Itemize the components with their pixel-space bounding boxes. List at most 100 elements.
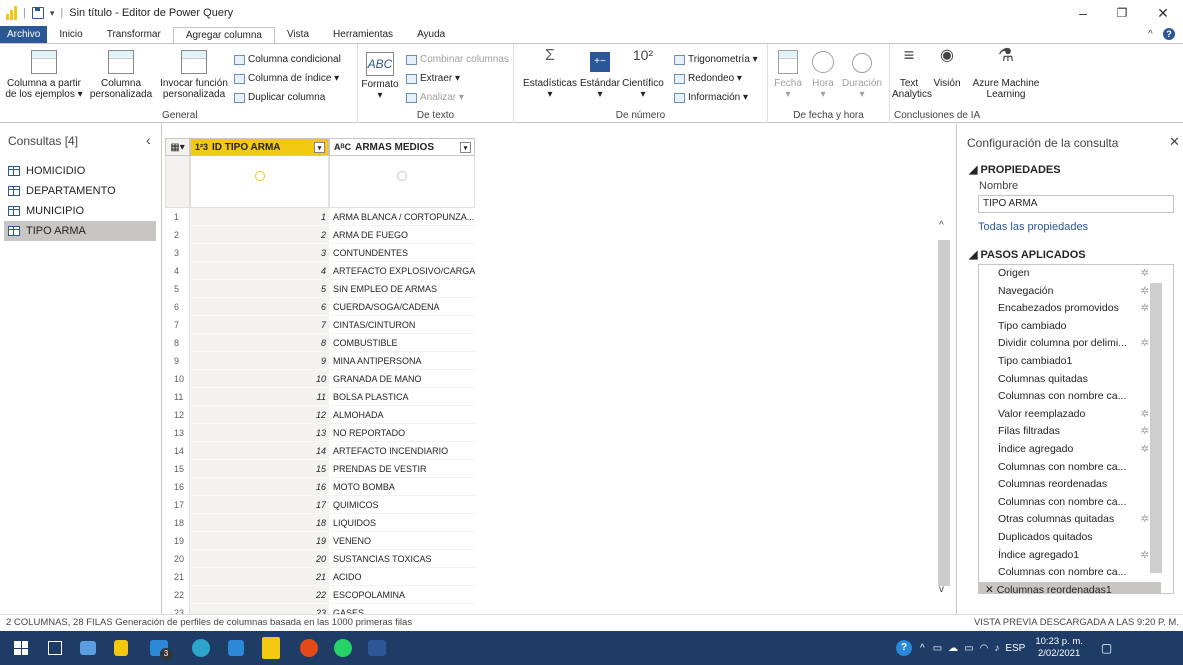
cell-armas-medios[interactable]: SUSTANCIAS TOXICAS	[329, 550, 475, 568]
mail-icon[interactable]: 3	[150, 640, 172, 660]
cell-armas-medios[interactable]: ALMOHADA	[329, 406, 475, 424]
table-row[interactable]: 4 4 ARTEFACTO EXPLOSIVO/CARGA...	[165, 262, 475, 280]
table-row[interactable]: 19 19 VENENO	[165, 532, 475, 550]
applied-step[interactable]: Columnas con nombre ca...	[979, 494, 1161, 512]
cell-armas-medios[interactable]: MINA ANTIPERSONA	[329, 352, 475, 370]
cell-armas-medios[interactable]: VENENO	[329, 532, 475, 550]
table-row[interactable]: 12 12 ALMOHADA	[165, 406, 475, 424]
cell-id-tipo-arma[interactable]: 22	[190, 586, 329, 604]
applied-step[interactable]: Origen ✲	[979, 265, 1161, 283]
quick-access-dropdown-icon[interactable]: ▾	[50, 8, 55, 19]
table-row[interactable]: 21 21 ACIDO	[165, 568, 475, 586]
cell-armas-medios[interactable]: CUERDA/SOGA/CADENA	[329, 298, 475, 316]
applied-step[interactable]: Encabezados promovidos ✲	[979, 300, 1161, 318]
applied-step-selected[interactable]: ✕ Columnas reordenadas1	[979, 581, 1161, 593]
cell-armas-medios[interactable]: COMBUSTIBLE	[329, 334, 475, 352]
table-row[interactable]: 14 14 ARTEFACTO INCENDIARIO	[165, 442, 475, 460]
table-row[interactable]: 13 13 NO REPORTADO	[165, 424, 475, 442]
help-icon[interactable]: ?	[1163, 28, 1175, 40]
cell-armas-medios[interactable]: GRANADA DE MANO	[329, 370, 475, 388]
duplicate-column-button[interactable]: Duplicar columna	[234, 92, 325, 103]
applied-step[interactable]: Columnas quitadas	[979, 371, 1161, 389]
query-item-municipio[interactable]: MUNICIPIO	[8, 201, 160, 221]
cell-id-tipo-arma[interactable]: 19	[190, 532, 329, 550]
clock[interactable]: 10:23 p. m. 2/02/2021	[1035, 636, 1083, 660]
collapse-queries-icon[interactable]: ‹	[146, 132, 151, 148]
cloud-icon[interactable]: ☁	[948, 643, 958, 654]
applied-step[interactable]: Duplicados quitados	[979, 529, 1161, 547]
collapse-ribbon-icon[interactable]: ^	[1148, 29, 1153, 40]
text-analytics-button[interactable]: ≡ Text Analytics	[892, 46, 932, 100]
all-properties-link[interactable]: Todas las propiedades	[978, 221, 1088, 233]
cell-armas-medios[interactable]: LIQUIDOS	[329, 514, 475, 532]
table-row[interactable]: 20 20 SUSTANCIAS TOXICAS	[165, 550, 475, 568]
cell-armas-medios[interactable]: ARTEFACTO EXPLOSIVO/CARGA...	[329, 262, 475, 280]
gear-icon[interactable]: ✲	[1141, 300, 1149, 318]
table-row[interactable]: 8 8 COMBUSTIBLE	[165, 334, 475, 352]
gear-icon[interactable]: ✲	[1141, 441, 1149, 459]
column-from-examples-button[interactable]: Columna a partir de los ejemplos ▾	[4, 50, 84, 100]
applied-step[interactable]: Navegación ✲	[979, 283, 1161, 301]
cell-id-tipo-arma[interactable]: 1	[190, 208, 329, 226]
restore-button[interactable]: ❐	[1099, 0, 1145, 26]
language-indicator[interactable]: ESP	[1005, 643, 1025, 654]
cell-id-tipo-arma[interactable]: 17	[190, 496, 329, 514]
cell-armas-medios[interactable]: SIN EMPLEO DE ARMAS	[329, 280, 475, 298]
gear-icon[interactable]: ✲	[1141, 547, 1149, 565]
duration-button[interactable]: Duración ▾	[838, 50, 886, 100]
information-button[interactable]: Información ▾	[674, 92, 748, 103]
cell-armas-medios[interactable]: ARMA DE FUEGO	[329, 226, 475, 244]
gear-icon[interactable]: ✲	[1141, 511, 1149, 529]
table-row[interactable]: 18 18 LIQUIDOS	[165, 514, 475, 532]
word-icon[interactable]	[368, 640, 386, 656]
cell-id-tipo-arma[interactable]: 11	[190, 388, 329, 406]
applied-step[interactable]: Tipo cambiado	[979, 318, 1161, 336]
cell-id-tipo-arma[interactable]: 18	[190, 514, 329, 532]
close-button[interactable]: ✕	[1140, 0, 1183, 26]
applied-step[interactable]: Valor reemplazado ✲	[979, 406, 1161, 424]
table-row[interactable]: 17 17 QUIMICOS	[165, 496, 475, 514]
tab-transformar[interactable]: Transformar	[95, 26, 173, 43]
filter-dropdown-icon[interactable]: ▾	[314, 142, 325, 153]
cell-armas-medios[interactable]: CONTUNDENTES	[329, 244, 475, 262]
notifications-icon[interactable]: ▢	[1101, 641, 1112, 655]
vision-button[interactable]: ◉ Visión	[930, 48, 964, 90]
date-button[interactable]: Fecha ▾	[770, 50, 806, 100]
time-button[interactable]: Hora ▾	[806, 50, 840, 100]
cell-armas-medios[interactable]: BOLSA PLASTICA	[329, 388, 475, 406]
trigonometry-button[interactable]: Trigonometría ▾	[674, 54, 758, 65]
power-bi-taskbar-icon[interactable]	[262, 637, 280, 659]
analyze-button[interactable]: Analizar ▾	[406, 92, 464, 103]
file-explorer-icon[interactable]	[80, 641, 96, 655]
tab-agregar-columna[interactable]: Agregar columna	[172, 27, 275, 43]
cell-id-tipo-arma[interactable]: 9	[190, 352, 329, 370]
gear-icon[interactable]: ✲	[1141, 335, 1149, 353]
tab-archivo[interactable]: Archivo	[0, 26, 48, 43]
combine-columns-button[interactable]: Combinar columnas	[406, 54, 509, 65]
cell-armas-medios[interactable]: MOTO BOMBA	[329, 478, 475, 496]
conditional-column-button[interactable]: Columna condicional	[234, 54, 341, 65]
tab-ayuda[interactable]: Ayuda	[405, 26, 457, 43]
applied-step[interactable]: Columnas con nombre ca...	[979, 564, 1161, 582]
table-row[interactable]: 23 23 GASES	[165, 604, 475, 614]
cell-armas-medios[interactable]: GASES	[329, 604, 475, 614]
cell-armas-medios[interactable]: ARMA BLANCA / CORTOPUNZA...	[329, 208, 475, 226]
table-row[interactable]: 16 16 MOTO BOMBA	[165, 478, 475, 496]
tab-inicio[interactable]: Inicio	[47, 26, 94, 43]
whatsapp-icon[interactable]	[334, 639, 352, 657]
scientific-button[interactable]: 10² Científico ▾	[620, 48, 666, 100]
network-icon[interactable]: ▭	[964, 643, 973, 654]
table-menu-icon[interactable]: ▦▾	[165, 138, 190, 156]
standard-button[interactable]: +− Estándar ▾	[578, 50, 622, 100]
applied-step[interactable]: Tipo cambiado1	[979, 353, 1161, 371]
table-row[interactable]: 6 6 CUERDA/SOGA/CADENA	[165, 298, 475, 316]
column-header-armas-medios[interactable]: AᴮC ARMAS MEDIOS ▾	[329, 138, 475, 156]
cell-armas-medios[interactable]: NO REPORTADO	[329, 424, 475, 442]
index-column-button[interactable]: Columna de índice ▾	[234, 73, 339, 84]
custom-column-button[interactable]: Columna personalizada	[86, 50, 156, 100]
table-row[interactable]: 11 11 BOLSA PLASTICA	[165, 388, 475, 406]
cell-id-tipo-arma[interactable]: 10	[190, 370, 329, 388]
table-row[interactable]: 5 5 SIN EMPLEO DE ARMAS	[165, 280, 475, 298]
windows-start-icon[interactable]	[14, 641, 28, 655]
applied-step[interactable]: Columnas con nombre ca...	[979, 388, 1161, 406]
